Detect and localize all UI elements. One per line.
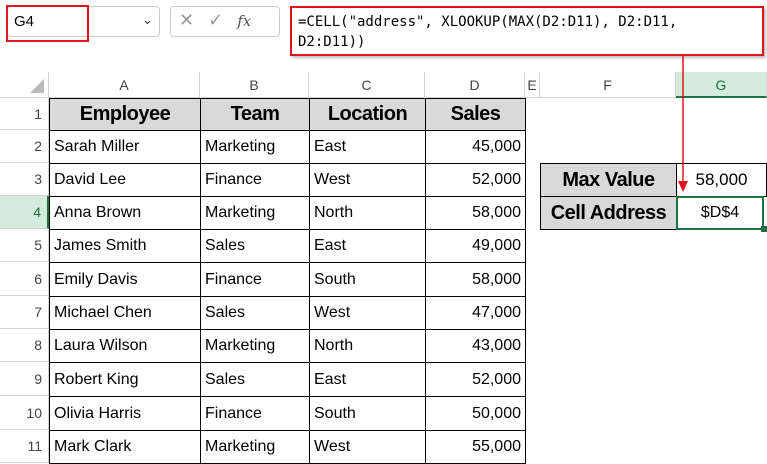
table-cell[interactable]: South: [309, 396, 426, 431]
column-header-C[interactable]: C: [309, 72, 425, 98]
table-cell[interactable]: Finance: [200, 163, 310, 197]
table-cell[interactable]: James Smith: [49, 229, 201, 263]
row-header-2[interactable]: 2: [0, 130, 49, 163]
table-cell[interactable]: David Lee: [49, 163, 201, 197]
table-cell[interactable]: Sales: [200, 229, 310, 263]
table-cell[interactable]: 49,000: [425, 229, 526, 263]
table-header-cell[interactable]: Sales: [425, 98, 526, 131]
table-cell[interactable]: 58,000: [425, 196, 526, 230]
table-cell[interactable]: 45,000: [425, 130, 526, 164]
row-header-3[interactable]: 3: [0, 163, 49, 196]
row-header-11[interactable]: 11: [0, 430, 49, 463]
column-header-B[interactable]: B: [200, 72, 309, 98]
row-header-1[interactable]: 1: [0, 98, 49, 130]
table-cell[interactable]: Mark Clark: [49, 430, 201, 464]
table-cell[interactable]: Anna Brown: [49, 196, 201, 230]
table-cell[interactable]: Olivia Harris: [49, 396, 201, 431]
table-cell[interactable]: Sarah Miller: [49, 130, 201, 164]
row-header-9[interactable]: 9: [0, 362, 49, 396]
fill-handle[interactable]: [761, 226, 767, 232]
table-cell[interactable]: Marketing: [200, 196, 310, 230]
column-header-F[interactable]: F: [540, 72, 676, 98]
table-cell[interactable]: 43,000: [425, 329, 526, 363]
chevron-down-icon[interactable]: ⌄: [142, 12, 153, 28]
table-cell[interactable]: Laura Wilson: [49, 329, 201, 363]
table-cell[interactable]: South: [309, 262, 426, 297]
formula-controls: ✕✓fx: [170, 6, 280, 37]
select-all-button[interactable]: [0, 72, 49, 98]
cell-address-cell[interactable]: $D$4: [676, 196, 764, 230]
table-cell[interactable]: East: [309, 362, 426, 397]
table-cell[interactable]: East: [309, 229, 426, 263]
column-header-E[interactable]: E: [525, 72, 540, 98]
max-value-label[interactable]: Max Value: [540, 163, 677, 197]
row-header-6[interactable]: 6: [0, 262, 49, 296]
cancel-icon[interactable]: ✕: [179, 10, 208, 30]
name-box[interactable]: G4 ⌄: [7, 6, 160, 37]
table-cell[interactable]: Marketing: [200, 329, 310, 363]
table-cell[interactable]: 58,000: [425, 262, 526, 297]
red-arrow: [670, 55, 700, 200]
table-cell[interactable]: Sales: [200, 362, 310, 397]
table-cell[interactable]: West: [309, 430, 426, 464]
table-cell[interactable]: Marketing: [200, 430, 310, 464]
table-cell[interactable]: 52,000: [425, 362, 526, 397]
table-cell[interactable]: East: [309, 130, 426, 164]
table-cell[interactable]: North: [309, 329, 426, 363]
table-cell[interactable]: Finance: [200, 262, 310, 297]
table-cell[interactable]: Michael Chen: [49, 296, 201, 330]
name-box-highlight: [6, 5, 89, 42]
table-cell[interactable]: West: [309, 163, 426, 197]
table-header-cell[interactable]: Employee: [49, 98, 201, 131]
table-cell[interactable]: West: [309, 296, 426, 330]
table-cell[interactable]: 55,000: [425, 430, 526, 464]
table-cell[interactable]: Marketing: [200, 130, 310, 164]
row-header-4[interactable]: 4: [0, 196, 49, 229]
table-cell[interactable]: North: [309, 196, 426, 230]
formula-input[interactable]: =CELL("address", XLOOKUP(MAX(D2:D11), D2…: [290, 6, 764, 56]
column-header-D[interactable]: D: [425, 72, 525, 98]
table-header-cell[interactable]: Team: [200, 98, 310, 131]
row-header-7[interactable]: 7: [0, 296, 49, 329]
column-header-A[interactable]: A: [49, 72, 200, 98]
table-header-cell[interactable]: Location: [309, 98, 426, 131]
table-cell[interactable]: Finance: [200, 396, 310, 431]
row-header-8[interactable]: 8: [0, 329, 49, 362]
table-cell[interactable]: Emily Davis: [49, 262, 201, 297]
row-header-10[interactable]: 10: [0, 396, 49, 430]
table-cell[interactable]: 47,000: [425, 296, 526, 330]
table-cell[interactable]: Sales: [200, 296, 310, 330]
cell-address-label[interactable]: Cell Address: [540, 196, 677, 230]
enter-icon[interactable]: ✓: [208, 10, 237, 30]
table-cell[interactable]: 52,000: [425, 163, 526, 197]
insert-function-icon[interactable]: fx: [237, 12, 251, 30]
table-cell[interactable]: Robert King: [49, 362, 201, 397]
table-cell[interactable]: 50,000: [425, 396, 526, 431]
row-header-5[interactable]: 5: [0, 229, 49, 262]
